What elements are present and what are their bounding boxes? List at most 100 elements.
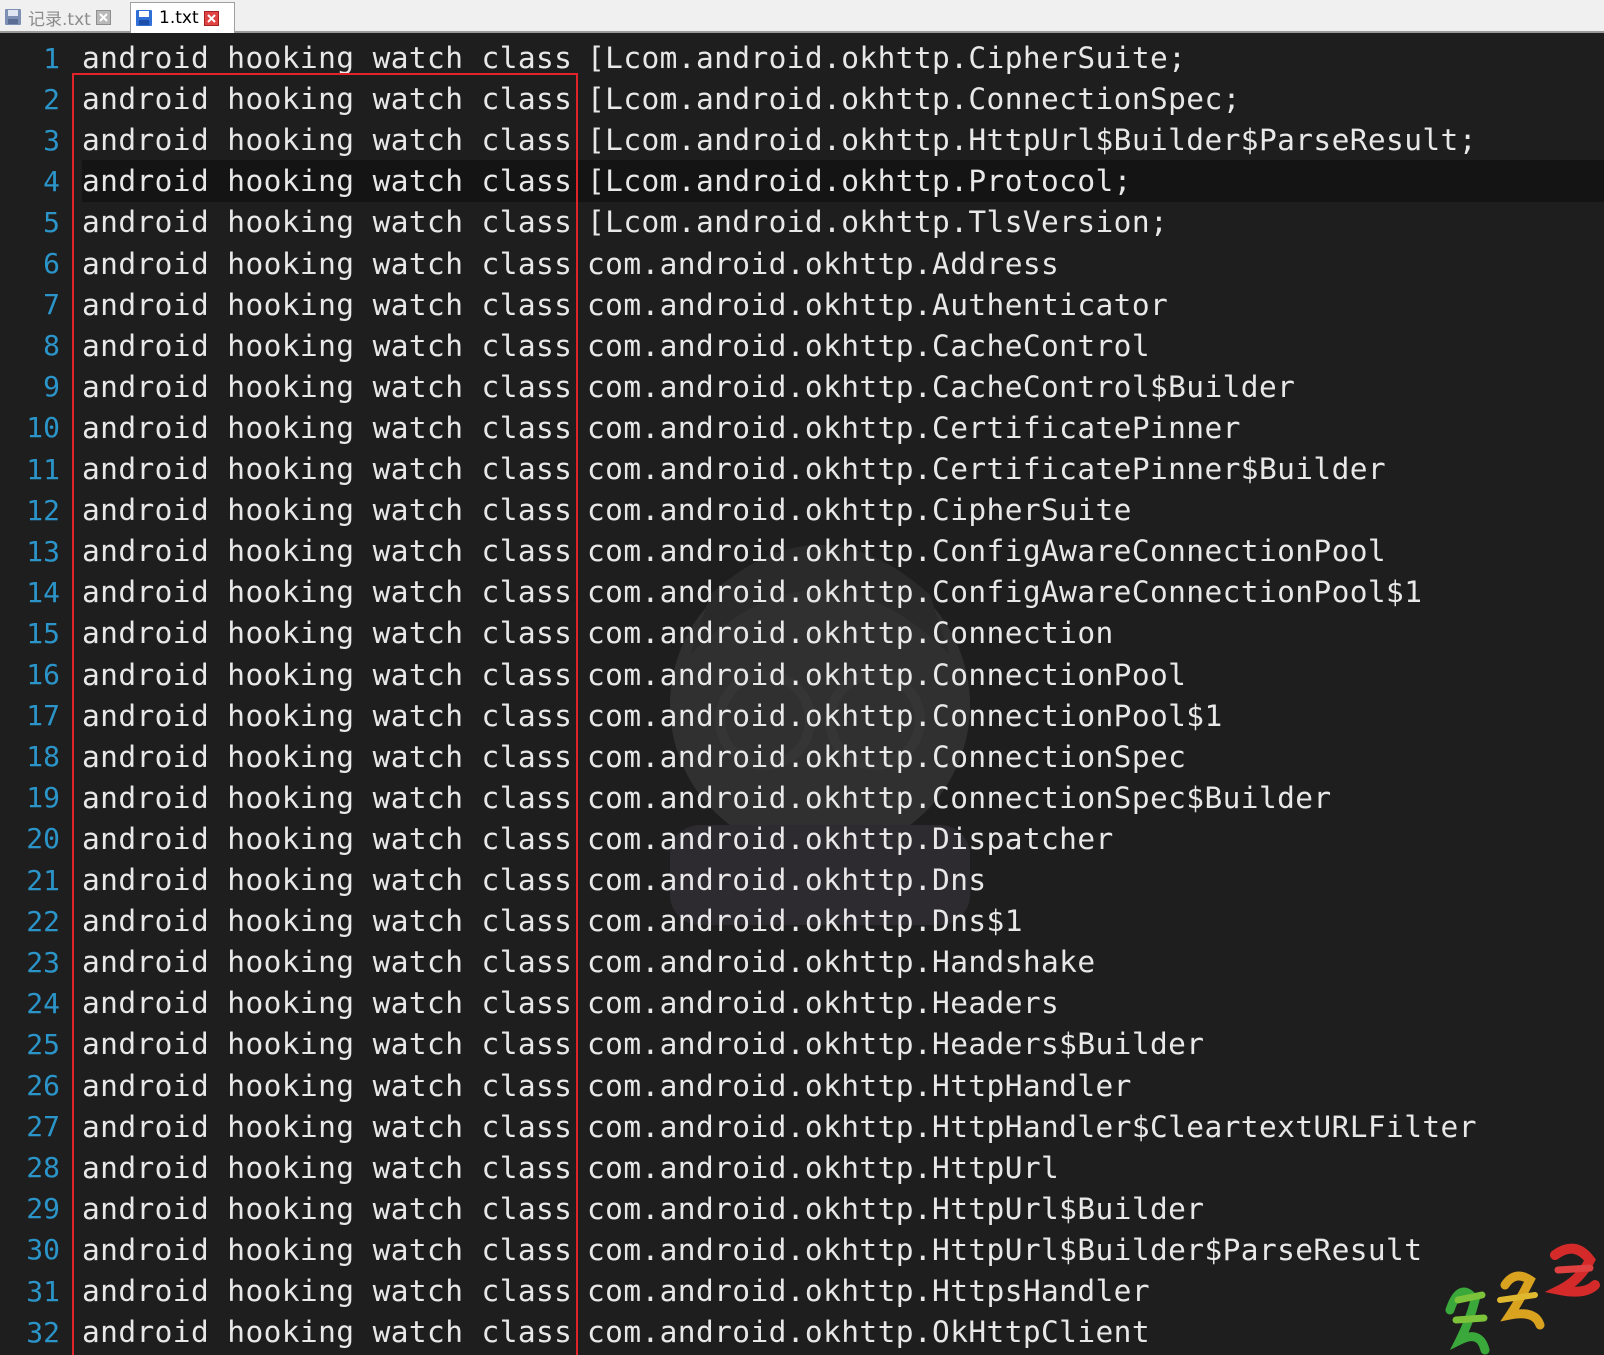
command-prefix: android hooking watch class [82, 863, 573, 897]
line-content: android hooking watch class com.android.o… [82, 243, 1604, 285]
editor-line[interactable]: 7 android hooking watch class com.android.… [0, 284, 1604, 326]
editor-line[interactable]: 4 android hooking watch class [Lcom.androi… [0, 160, 1604, 203]
line-content: android hooking watch class com.android.o… [82, 736, 1604, 778]
line-text: android hooking watch class com.android.o… [82, 1027, 1204, 1061]
class-name: com.android.okhttp.HttpHandler [587, 1068, 1132, 1103]
line-content: android hooking watch class com.android.o… [82, 1106, 1604, 1148]
line-text: android hooking watch class com.android.o… [82, 616, 1114, 650]
editor-line[interactable]: 17 android hooking watch class com.android… [0, 695, 1604, 737]
command-prefix: android hooking watch class [82, 1274, 573, 1308]
editor-line[interactable]: 18 android hooking watch class com.android… [0, 736, 1604, 778]
command-prefix: android hooking watch class [82, 1109, 573, 1144]
line-content: android hooking watch class [Lcom.android… [82, 160, 1604, 203]
line-content: android hooking watch class com.android.o… [82, 571, 1604, 613]
editor-line[interactable]: 5 android hooking watch class [Lcom.androi… [0, 201, 1604, 243]
editor-line[interactable]: 16 android hooking watch class com.android… [0, 654, 1604, 696]
line-number: 14 [26, 575, 60, 609]
editor-line[interactable]: 29 android hooking watch class com.android… [0, 1188, 1604, 1230]
class-name: com.android.okhttp.Connection [587, 616, 1114, 651]
close-icon[interactable] [203, 10, 219, 26]
editor-line[interactable]: 12 android hooking watch class com.android… [0, 489, 1604, 531]
class-name: com.android.okhttp.ConnectionPool$1 [587, 698, 1223, 733]
line-content: android hooking watch class com.android.o… [82, 407, 1604, 449]
line-text: android hooking watch class [Lcom.android… [82, 41, 1186, 75]
editor-line[interactable]: 26 android hooking watch class com.android… [0, 1065, 1604, 1107]
line-text: android hooking watch class [Lcom.android… [82, 164, 1132, 198]
line-text: android hooking watch class com.android.o… [82, 781, 1332, 815]
line-content: android hooking watch class com.android.o… [82, 1229, 1604, 1271]
command-prefix: android hooking watch class [82, 123, 573, 158]
editor-line[interactable]: 9 android hooking watch class com.android.… [0, 366, 1604, 408]
line-text: android hooking watch class com.android.o… [82, 658, 1186, 692]
line-text: android hooking watch class com.android.o… [82, 1110, 1477, 1144]
editor-line[interactable]: 11 android hooking watch class com.android… [0, 448, 1604, 490]
line-content: android hooking watch class com.android.o… [82, 818, 1604, 860]
editor-line[interactable]: 30 android hooking watch class com.android… [0, 1229, 1604, 1271]
command-prefix: android hooking watch class [82, 739, 573, 774]
editor-line[interactable]: 2 android hooking watch class [Lcom.androi… [0, 78, 1604, 120]
line-number: 25 [26, 1027, 60, 1061]
class-name: com.android.okhttp.CacheControl [587, 328, 1150, 363]
tab-label: 1.txt [159, 8, 199, 28]
line-content: android hooking watch class com.android.o… [82, 1270, 1604, 1312]
command-prefix: android hooking watch class [82, 821, 573, 856]
line-text: android hooking watch class [Lcom.android… [82, 123, 1477, 157]
line-number: 15 [26, 616, 60, 650]
editor-line[interactable]: 32 android hooking watch class com.android… [0, 1311, 1604, 1353]
editor-line[interactable]: 23 android hooking watch class com.android… [0, 941, 1604, 983]
tab-jilu-txt[interactable]: 记录.txt [0, 2, 127, 32]
editor-line[interactable]: 31 android hooking watch class com.android… [0, 1270, 1604, 1312]
close-icon[interactable] [95, 9, 111, 25]
class-name: com.android.okhttp.Dns$1 [587, 904, 1023, 939]
tab-1-txt[interactable]: 1.txt [130, 2, 235, 33]
line-text: android hooking watch class com.android.o… [82, 863, 987, 897]
line-number: 8 [43, 329, 60, 363]
line-content: android hooking watch class com.android.o… [82, 1311, 1604, 1353]
editor-line[interactable]: 21 android hooking watch class com.android… [0, 859, 1604, 901]
editor-line[interactable]: 25 android hooking watch class com.android… [0, 1023, 1604, 1065]
editor-line[interactable]: 10 android hooking watch class com.android… [0, 407, 1604, 449]
command-prefix: android hooking watch class [82, 493, 573, 528]
line-content: android hooking watch class com.android.o… [82, 448, 1604, 490]
command-prefix: android hooking watch class [82, 41, 573, 75]
editor-line[interactable]: 22 android hooking watch class com.android… [0, 900, 1604, 942]
class-name: com.android.okhttp.CertificatePinner [587, 410, 1241, 445]
editor-line[interactable]: 19 android hooking watch class com.android… [0, 777, 1604, 819]
line-text: android hooking watch class com.android.o… [82, 370, 1295, 404]
line-number: 28 [26, 1151, 60, 1185]
editor-line[interactable]: 28 android hooking watch class com.android… [0, 1147, 1604, 1189]
editor-line[interactable]: 3 android hooking watch class [Lcom.androi… [0, 119, 1604, 161]
disk-icon [136, 10, 152, 26]
class-name: [Lcom.android.okhttp.CipherSuite; [587, 41, 1187, 75]
editor-line[interactable]: 15 android hooking watch class com.android… [0, 612, 1604, 654]
line-text: android hooking watch class com.android.o… [82, 740, 1186, 774]
command-prefix: android hooking watch class [82, 246, 573, 281]
line-number: 5 [43, 205, 60, 239]
editor-line[interactable]: 20 android hooking watch class com.android… [0, 818, 1604, 860]
tab-label: 记录.txt [28, 9, 91, 30]
editor-line[interactable]: 24 android hooking watch class com.android… [0, 982, 1604, 1024]
line-text: android hooking watch class com.android.o… [82, 1274, 1150, 1308]
line-content: android hooking watch class [Lcom.android… [82, 78, 1604, 120]
class-name: com.android.okhttp.Authenticator [587, 287, 1169, 322]
command-prefix: android hooking watch class [82, 904, 573, 939]
class-name: com.android.okhttp.Address [587, 246, 1060, 281]
class-name: com.android.okhttp.CipherSuite [587, 493, 1132, 528]
editor-line[interactable]: 8 android hooking watch class com.android.… [0, 325, 1604, 367]
text-editor[interactable]: 1 android hooking watch class [Lcom.androi… [0, 35, 1604, 1355]
class-name: com.android.okhttp.Headers [587, 986, 1060, 1021]
line-text: android hooking watch class com.android.o… [82, 247, 1059, 281]
editor-line[interactable]: 1 android hooking watch class [Lcom.androi… [0, 37, 1604, 79]
line-text: android hooking watch class com.android.o… [82, 493, 1132, 527]
command-prefix: android hooking watch class [82, 164, 573, 199]
line-number: 30 [26, 1233, 60, 1267]
editor-line[interactable]: 27 android hooking watch class com.android… [0, 1106, 1604, 1148]
line-text: android hooking watch class com.android.o… [82, 1315, 1150, 1349]
line-text: android hooking watch class com.android.o… [82, 452, 1386, 486]
line-text: android hooking watch class com.android.o… [82, 822, 1114, 856]
line-text: android hooking watch class com.android.o… [82, 534, 1386, 568]
editor-line[interactable]: 13 android hooking watch class com.android… [0, 530, 1604, 572]
editor-line[interactable]: 6 android hooking watch class com.android.… [0, 243, 1604, 285]
line-content: android hooking watch class com.android.o… [82, 654, 1604, 696]
editor-line[interactable]: 14 android hooking watch class com.android… [0, 571, 1604, 613]
